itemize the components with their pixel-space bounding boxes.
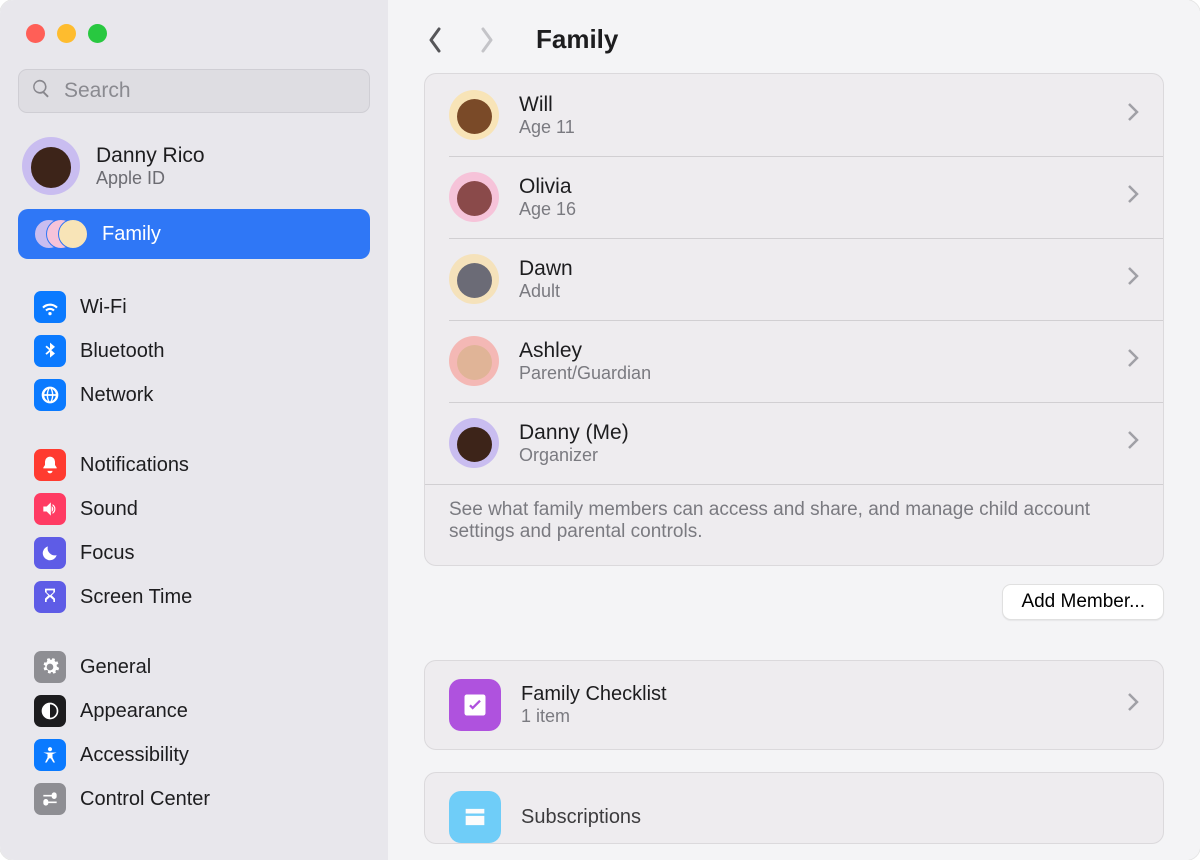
- search-field[interactable]: [18, 69, 370, 113]
- sidebar-item-control-center[interactable]: Control Center: [18, 777, 370, 821]
- forward-button[interactable]: [476, 25, 498, 55]
- window-controls: [0, 24, 388, 69]
- checklist-sub: 1 item: [521, 706, 667, 727]
- chevron-right-icon: [1127, 102, 1139, 128]
- sidebar-item-label: Sound: [80, 498, 138, 521]
- search-icon: [31, 78, 52, 105]
- close-button[interactable]: [26, 24, 45, 43]
- subscriptions-row[interactable]: Subscriptions: [425, 773, 1163, 843]
- chevron-right-icon: [1127, 266, 1139, 292]
- avatar: [449, 336, 499, 386]
- member-name: Will: [519, 93, 575, 117]
- back-button[interactable]: [424, 25, 446, 55]
- sidebar-item-wi-fi[interactable]: Wi-Fi: [18, 285, 370, 329]
- sidebar-item-label: Focus: [80, 542, 134, 565]
- checklist-title: Family Checklist: [521, 683, 667, 706]
- sidebar-item-appearance[interactable]: Appearance: [18, 689, 370, 733]
- header: Family: [388, 0, 1200, 73]
- member-name: Dawn: [519, 257, 573, 281]
- member-role: Parent/Guardian: [519, 363, 651, 384]
- family-member-row[interactable]: Ashley Parent/Guardian: [425, 320, 1163, 402]
- sidebar-item-label: Appearance: [80, 700, 188, 723]
- subscriptions-panel: Subscriptions: [424, 772, 1164, 844]
- page-title: Family: [536, 24, 618, 55]
- sidebar-item-label: Control Center: [80, 788, 210, 811]
- settings-window: Danny Rico Apple ID Family Wi-Fi Bluetoot…: [0, 0, 1200, 860]
- family-member-row[interactable]: Danny (Me) Organizer: [425, 402, 1163, 484]
- family-members-panel: Will Age 11 Olivia Age 16 Dawn Adult Ash…: [424, 73, 1164, 566]
- checklist-icon: [449, 679, 501, 731]
- member-role: Organizer: [519, 445, 629, 466]
- add-member-button[interactable]: Add Member...: [1002, 584, 1164, 620]
- chevron-right-icon: [1127, 430, 1139, 456]
- family-members-footer: See what family members can access and s…: [425, 484, 1163, 565]
- member-name: Danny (Me): [519, 421, 629, 445]
- bt-icon: [34, 335, 66, 367]
- sidebar-item-screen-time[interactable]: Screen Time: [18, 575, 370, 619]
- member-role: Age 11: [519, 117, 575, 138]
- sidebar-item-label: Wi-Fi: [80, 296, 127, 319]
- family-checklist-row[interactable]: Family Checklist 1 item: [425, 661, 1163, 749]
- sidebar-item-focus[interactable]: Focus: [18, 531, 370, 575]
- sidebar-item-accessibility[interactable]: Accessibility: [18, 733, 370, 777]
- sidebar-item-family[interactable]: Family: [18, 209, 370, 259]
- avatar: [449, 90, 499, 140]
- sidebar-item-label: Bluetooth: [80, 340, 165, 363]
- avatar: [449, 418, 499, 468]
- sidebar-item-network[interactable]: Network: [18, 373, 370, 417]
- family-member-row[interactable]: Will Age 11: [425, 74, 1163, 156]
- sidebar-item-sound[interactable]: Sound: [18, 487, 370, 531]
- member-name: Olivia: [519, 175, 576, 199]
- cc-icon: [34, 783, 66, 815]
- sidebar-item-bluetooth[interactable]: Bluetooth: [18, 329, 370, 373]
- appearance-icon: [34, 695, 66, 727]
- account-name: Danny Rico: [96, 144, 205, 168]
- avatar: [22, 137, 80, 195]
- globe-icon: [34, 379, 66, 411]
- member-name: Ashley: [519, 339, 651, 363]
- search-input[interactable]: [62, 78, 357, 104]
- speaker-icon: [34, 493, 66, 525]
- sidebar-item-label: Network: [80, 384, 153, 407]
- minimize-button[interactable]: [57, 24, 76, 43]
- member-role: Age 16: [519, 199, 576, 220]
- member-role: Adult: [519, 281, 573, 302]
- wifi-icon: [34, 291, 66, 323]
- family-cluster-icon: [34, 217, 88, 251]
- subscriptions-icon: [449, 791, 501, 843]
- account-sub: Apple ID: [96, 168, 205, 189]
- moon-icon: [34, 537, 66, 569]
- sidebar-item-label: Notifications: [80, 454, 189, 477]
- avatar: [449, 172, 499, 222]
- sidebar-item-notifications[interactable]: Notifications: [18, 443, 370, 487]
- main-content: Family Will Age 11 Olivia Age 16 Dawn Ad…: [388, 0, 1200, 860]
- subscriptions-title: Subscriptions: [521, 806, 641, 829]
- hourglass-icon: [34, 581, 66, 613]
- fullscreen-button[interactable]: [88, 24, 107, 43]
- family-checklist-panel: Family Checklist 1 item: [424, 660, 1164, 750]
- sidebar-item-general[interactable]: General: [18, 645, 370, 689]
- sidebar-item-label: Family: [102, 223, 161, 246]
- sidebar-nav: Family Wi-Fi Bluetooth Network Notification…: [0, 205, 388, 821]
- chevron-right-icon: [1127, 348, 1139, 374]
- sidebar: Danny Rico Apple ID Family Wi-Fi Bluetoot…: [0, 0, 388, 860]
- sidebar-item-label: General: [80, 656, 151, 679]
- chevron-right-icon: [1127, 692, 1139, 718]
- family-member-row[interactable]: Dawn Adult: [425, 238, 1163, 320]
- chevron-right-icon: [1127, 184, 1139, 210]
- gear-icon: [34, 651, 66, 683]
- family-member-row[interactable]: Olivia Age 16: [425, 156, 1163, 238]
- bell-icon: [34, 449, 66, 481]
- avatar: [449, 254, 499, 304]
- sidebar-item-label: Screen Time: [80, 586, 192, 609]
- sidebar-item-label: Accessibility: [80, 744, 189, 767]
- sidebar-item-apple-id[interactable]: Danny Rico Apple ID: [0, 127, 388, 205]
- acc-icon: [34, 739, 66, 771]
